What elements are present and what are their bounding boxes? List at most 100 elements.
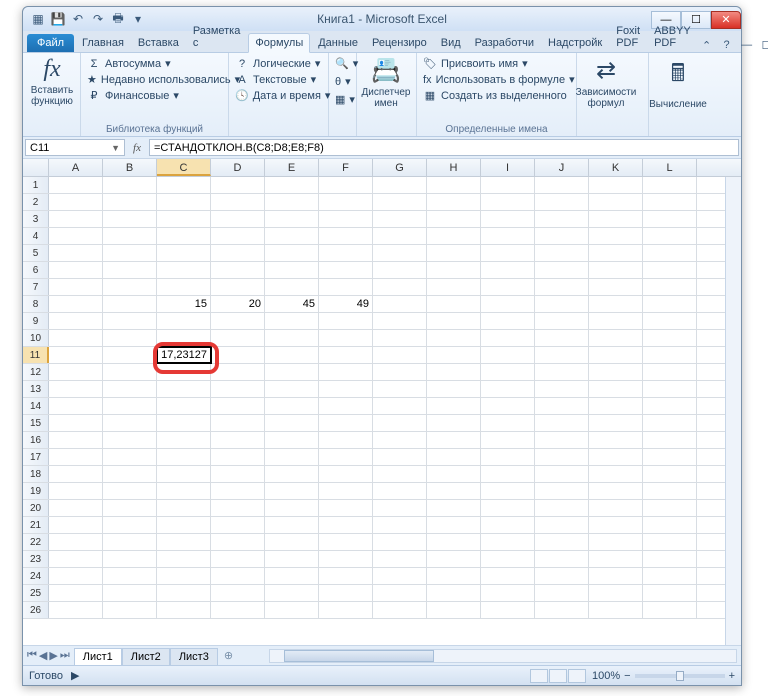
cell[interactable] xyxy=(211,517,265,533)
cell[interactable] xyxy=(589,398,643,414)
cell[interactable] xyxy=(319,398,373,414)
cell[interactable] xyxy=(265,211,319,227)
doc-restore-icon[interactable]: ☐ xyxy=(759,39,768,52)
cell[interactable] xyxy=(481,398,535,414)
hscroll-thumb[interactable] xyxy=(284,650,434,662)
cell[interactable] xyxy=(535,534,589,550)
logical-button[interactable]: ?Логические ▾ xyxy=(233,56,324,71)
cell[interactable] xyxy=(481,585,535,601)
row-header[interactable]: 24 xyxy=(23,568,49,584)
cell[interactable] xyxy=(211,415,265,431)
cell[interactable] xyxy=(589,415,643,431)
cell[interactable] xyxy=(319,262,373,278)
cell[interactable] xyxy=(373,483,427,499)
cell[interactable] xyxy=(49,551,103,567)
cell[interactable] xyxy=(211,313,265,329)
cell[interactable] xyxy=(319,449,373,465)
text-button[interactable]: AТекстовые ▾ xyxy=(233,72,324,87)
cell[interactable] xyxy=(643,466,697,482)
recent-button[interactable]: ★Недавно использовались ▾ xyxy=(85,72,224,87)
cell[interactable] xyxy=(427,568,481,584)
cell[interactable]: 17,23127 xyxy=(157,347,211,363)
calculation-button[interactable]: 🖩 Вычисление xyxy=(653,56,703,110)
cell[interactable] xyxy=(427,245,481,261)
cell[interactable] xyxy=(49,483,103,499)
close-button[interactable]: ✕ xyxy=(711,11,741,29)
cell[interactable] xyxy=(481,517,535,533)
sheet-tab[interactable]: Лист3 xyxy=(170,648,218,665)
cell[interactable] xyxy=(535,211,589,227)
row-header[interactable]: 15 xyxy=(23,415,49,431)
cell[interactable] xyxy=(211,211,265,227)
cell[interactable] xyxy=(265,500,319,516)
tab-рецензиро[interactable]: Рецензиро xyxy=(366,34,433,52)
cell[interactable] xyxy=(481,483,535,499)
row-header[interactable]: 7 xyxy=(23,279,49,295)
cell[interactable] xyxy=(157,534,211,550)
cell[interactable] xyxy=(427,228,481,244)
cell[interactable] xyxy=(535,500,589,516)
cell[interactable] xyxy=(157,602,211,618)
cell[interactable] xyxy=(589,228,643,244)
cell[interactable] xyxy=(427,551,481,567)
column-header[interactable]: B xyxy=(103,159,157,176)
tab-разметка с[interactable]: Разметка с xyxy=(187,22,247,52)
cell[interactable] xyxy=(427,500,481,516)
cell[interactable] xyxy=(373,602,427,618)
cell[interactable] xyxy=(535,381,589,397)
tab-вид[interactable]: Вид xyxy=(435,34,467,52)
cell[interactable] xyxy=(49,585,103,601)
cell[interactable] xyxy=(481,551,535,567)
cell[interactable] xyxy=(211,177,265,193)
cell[interactable] xyxy=(535,228,589,244)
cell[interactable] xyxy=(643,279,697,295)
cell[interactable] xyxy=(643,245,697,261)
cell[interactable] xyxy=(157,449,211,465)
prev-sheet-icon[interactable]: ◀ xyxy=(39,649,47,662)
cell[interactable] xyxy=(319,483,373,499)
lookup-button[interactable]: 🔍▾ xyxy=(333,56,352,71)
cell[interactable] xyxy=(373,466,427,482)
row-header[interactable]: 4 xyxy=(23,228,49,244)
cell[interactable] xyxy=(535,347,589,363)
name-box[interactable]: C11▼ xyxy=(25,139,125,156)
cell[interactable] xyxy=(643,262,697,278)
cell[interactable] xyxy=(103,347,157,363)
cell[interactable] xyxy=(643,347,697,363)
cell[interactable] xyxy=(49,432,103,448)
tab-главная[interactable]: Главная xyxy=(76,34,130,52)
cell[interactable] xyxy=(49,330,103,346)
redo-button[interactable]: ↷ xyxy=(89,10,107,28)
cell[interactable] xyxy=(373,279,427,295)
cell[interactable] xyxy=(589,551,643,567)
cell[interactable] xyxy=(373,296,427,312)
cell[interactable] xyxy=(103,296,157,312)
namebox-dropdown-icon[interactable]: ▼ xyxy=(111,143,120,153)
cell[interactable] xyxy=(427,279,481,295)
row-header[interactable]: 13 xyxy=(23,381,49,397)
cell[interactable] xyxy=(103,534,157,550)
cell[interactable] xyxy=(49,534,103,550)
row-header[interactable]: 6 xyxy=(23,262,49,278)
cell[interactable] xyxy=(49,500,103,516)
row-header[interactable]: 12 xyxy=(23,364,49,380)
cell[interactable] xyxy=(265,245,319,261)
cell[interactable] xyxy=(103,313,157,329)
cell[interactable] xyxy=(427,364,481,380)
cell[interactable] xyxy=(535,568,589,584)
cell[interactable] xyxy=(427,381,481,397)
formula-bar[interactable]: =СТАНДОТКЛОН.В(C8;D8;E8;F8) xyxy=(149,139,739,156)
row-header[interactable]: 16 xyxy=(23,432,49,448)
cell[interactable] xyxy=(643,534,697,550)
cell[interactable] xyxy=(481,602,535,618)
cell[interactable] xyxy=(481,364,535,380)
cell[interactable] xyxy=(589,534,643,550)
cell[interactable] xyxy=(535,262,589,278)
cell[interactable] xyxy=(49,279,103,295)
cell[interactable] xyxy=(643,296,697,312)
cell[interactable] xyxy=(643,364,697,380)
row-header[interactable]: 22 xyxy=(23,534,49,550)
cell[interactable] xyxy=(49,568,103,584)
cell[interactable] xyxy=(265,568,319,584)
cell[interactable] xyxy=(49,211,103,227)
